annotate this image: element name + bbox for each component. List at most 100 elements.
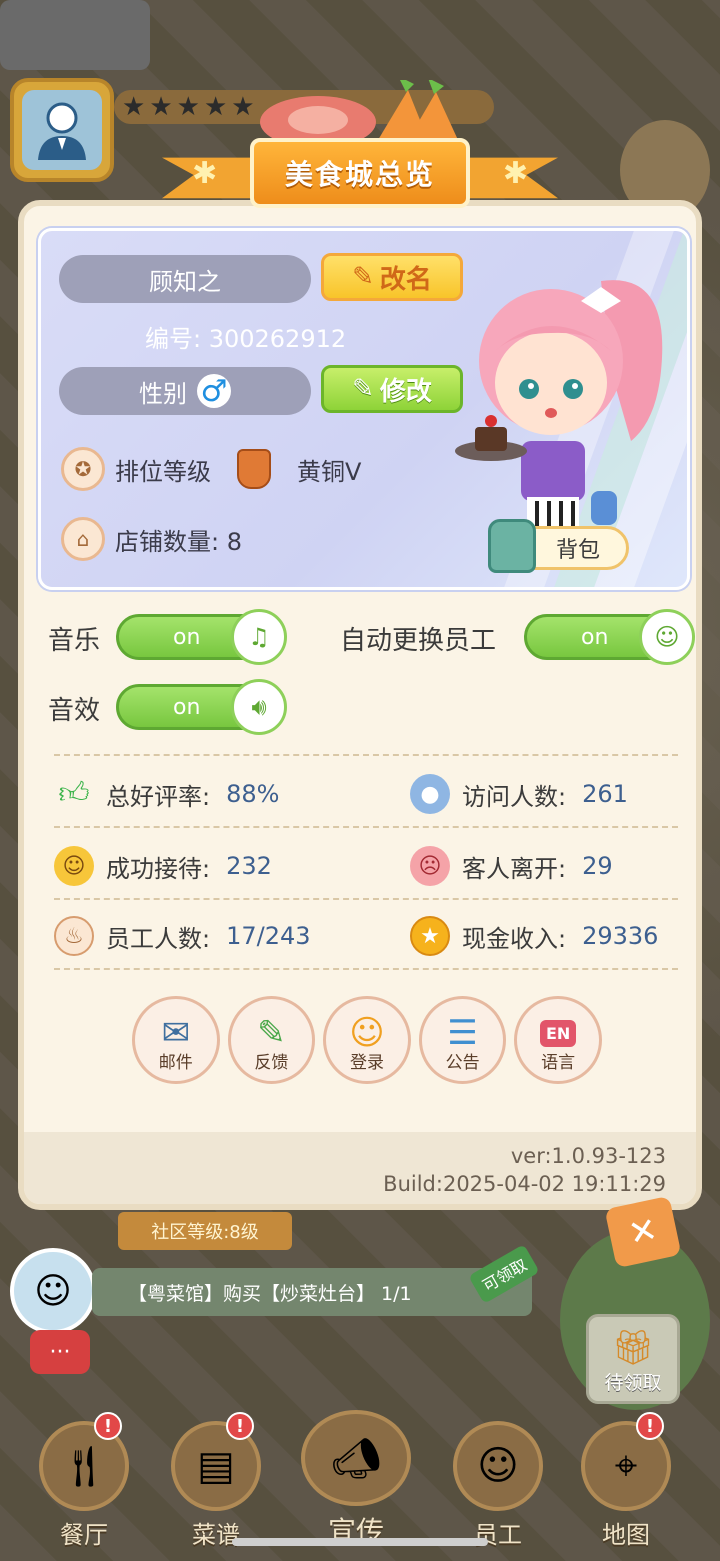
rating-value: 88% bbox=[226, 780, 280, 808]
sfx-toggle[interactable]: on 🔊︎ bbox=[116, 679, 287, 735]
mail-label: 邮件 bbox=[158, 1053, 193, 1073]
male-icon: ♂ bbox=[197, 374, 231, 409]
divider bbox=[54, 968, 678, 970]
language-icon: EN bbox=[540, 1019, 577, 1047]
rating-stat: 👍︎ 总好评率: 88% bbox=[54, 774, 279, 814]
notice-button[interactable]: ☰ 公告 bbox=[418, 996, 507, 1084]
staff-label: 员工人数: bbox=[106, 924, 211, 953]
feedback-label: 反馈 bbox=[254, 1053, 289, 1073]
build-text: Build:2025-04-02 19:11:29 bbox=[383, 1172, 666, 1196]
alert-badge: ! bbox=[94, 1412, 122, 1440]
version-text: ver:1.0.93-123 bbox=[510, 1144, 666, 1168]
rename-label: 改名 bbox=[379, 264, 432, 295]
sfx-state: on bbox=[173, 694, 201, 720]
home-indicator bbox=[232, 1538, 488, 1546]
divider bbox=[54, 754, 678, 756]
backpack-button[interactable]: 背包 bbox=[488, 519, 629, 573]
action-buttons: ✉ 邮件 ✎ 反馈 ☺ 登录 ☰ 公告 EN 语言 bbox=[132, 996, 602, 1086]
gender-label: 性别 bbox=[139, 379, 187, 408]
language-label: 语言 bbox=[541, 1053, 576, 1073]
music-note-icon: ♫ bbox=[231, 609, 287, 665]
people-icon: ● bbox=[410, 774, 450, 814]
nav-recipes[interactable]: ▤ 菜谱 ! bbox=[156, 1410, 276, 1550]
auto-staff-label: 自动更换员工 bbox=[340, 626, 497, 656]
divider bbox=[54, 826, 678, 828]
shops-row: ⌂ 店铺数量: 8 bbox=[61, 517, 242, 561]
staff-value: 17/243 bbox=[226, 922, 311, 950]
left-stat: ☹ 客人离开: 29 bbox=[410, 846, 613, 886]
player-name: 顾知之 bbox=[59, 255, 311, 303]
served-stat: ☺ 成功接待: 232 bbox=[54, 846, 272, 886]
nav-restaurant-label: 餐厅 bbox=[60, 1521, 108, 1549]
rank-value: 黄铜V bbox=[297, 457, 362, 486]
quest-bar[interactable]: 【粤菜馆】购买【炒菜灶台】 1/1 可领取 bbox=[92, 1244, 540, 1316]
medal-icon: ✪ bbox=[61, 447, 105, 491]
chat-icon[interactable]: ··· bbox=[30, 1330, 90, 1374]
coin-icon: ★ bbox=[410, 916, 450, 956]
served-label: 成功接待: bbox=[106, 854, 211, 883]
player-name-text: 顾知之 bbox=[149, 267, 221, 296]
login-button[interactable]: ☺ 登录 bbox=[323, 996, 411, 1084]
music-toggle[interactable]: on ♫ bbox=[116, 609, 287, 665]
gift-label: 待领取 bbox=[604, 1372, 662, 1394]
food-decoration bbox=[260, 80, 458, 140]
speaker-icon: 🔊︎ bbox=[231, 679, 287, 735]
rank-row: ✪ 排位等级 黄铜V bbox=[61, 447, 361, 491]
utensils-icon: ✱ bbox=[192, 156, 218, 191]
star-icon: ★ bbox=[122, 92, 146, 122]
backpack-label: 背包 bbox=[555, 538, 600, 563]
rename-button[interactable]: ✎ 改名 bbox=[321, 253, 463, 301]
notice-label: 公告 bbox=[445, 1053, 480, 1073]
staff-swap-icon: ☺ bbox=[639, 609, 695, 665]
modify-label: 修改 bbox=[379, 376, 432, 407]
sfx-label: 音效 bbox=[48, 696, 101, 726]
overview-panel: 顾知之 ✎ 改名 编号: 300262912 性别 ♂ ✎ 修改 ✪ 排位等级 … bbox=[18, 200, 702, 1210]
shops-count: 店铺数量: 8 bbox=[115, 527, 242, 556]
divider bbox=[54, 898, 678, 900]
star-icon: ★ bbox=[149, 92, 173, 122]
music-label: 音乐 bbox=[48, 626, 101, 656]
header-title-box: 美食城总览 bbox=[250, 138, 470, 208]
player-avatar-frame[interactable] bbox=[10, 78, 114, 182]
smile-icon: ☺ bbox=[54, 846, 94, 886]
nav-restaurant[interactable]: 🍴︎ 餐厅 ! bbox=[24, 1410, 144, 1550]
visitors-stat: ● 访问人数: 261 bbox=[410, 774, 628, 814]
quest-npc-avatar[interactable]: ☺ bbox=[10, 1248, 96, 1334]
nav-staff[interactable]: ☺ 员工 bbox=[438, 1410, 558, 1550]
notice-icon: ☰ bbox=[447, 1013, 478, 1053]
mail-button[interactable]: ✉ 邮件 bbox=[132, 996, 220, 1084]
community-level: 社区等级:8级 bbox=[118, 1212, 292, 1250]
nav-map-label: 地图 bbox=[602, 1521, 650, 1549]
modify-gender-button[interactable]: ✎ 修改 bbox=[321, 365, 463, 413]
background-stove bbox=[0, 0, 150, 70]
avatar bbox=[22, 90, 102, 170]
rating-label: 总好评率: bbox=[106, 782, 211, 811]
login-icon: ☺ bbox=[349, 1013, 385, 1053]
mail-icon: ✉ bbox=[161, 1013, 191, 1053]
auto-staff-state: on bbox=[581, 624, 609, 650]
chef-icon: ☺ bbox=[453, 1421, 543, 1511]
star-icon: ★ bbox=[203, 92, 228, 122]
rank-label: 排位等级 bbox=[115, 457, 211, 486]
cash-label: 现金收入: bbox=[462, 924, 567, 953]
bronze-rank-icon bbox=[237, 449, 271, 489]
pending-gift-button[interactable]: 🎁︎ 待领取 bbox=[586, 1314, 680, 1404]
visitors-label: 访问人数: bbox=[462, 782, 567, 811]
thumbs-up-icon: 👍︎ bbox=[58, 776, 90, 811]
profile-card: 顾知之 ✎ 改名 编号: 300262912 性别 ♂ ✎ 修改 ✪ 排位等级 … bbox=[38, 228, 690, 590]
auto-staff-toggle[interactable]: on ☺ bbox=[524, 609, 695, 665]
nav-promotion[interactable]: 📣︎ 宣传 bbox=[296, 1410, 416, 1550]
feedback-icon: ✎ bbox=[257, 1013, 286, 1053]
nav-map[interactable]: ⌖ 地图 ! bbox=[566, 1410, 686, 1550]
alert-badge: ! bbox=[636, 1412, 664, 1440]
login-label: 登录 bbox=[349, 1053, 384, 1073]
language-button[interactable]: EN 语言 bbox=[514, 996, 602, 1084]
version-footer: ver:1.0.93-123 Build:2025-04-02 19:11:29 bbox=[24, 1132, 696, 1204]
music-state: on bbox=[173, 624, 201, 650]
star-icon: ★ bbox=[231, 92, 255, 122]
feedback-button[interactable]: ✎ 反馈 bbox=[227, 996, 316, 1084]
panel-header: ✱ ✱ 美食城总览 bbox=[162, 80, 558, 208]
served-value: 232 bbox=[226, 852, 272, 880]
chef-icon: ♨ bbox=[54, 916, 94, 956]
cash-value: 29336 bbox=[582, 922, 659, 950]
